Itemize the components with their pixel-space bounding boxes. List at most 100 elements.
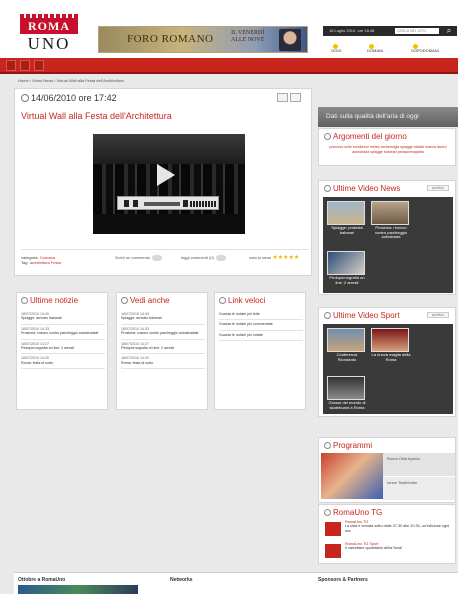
list-item[interactable]: Guarda le notizie più votate	[219, 331, 303, 342]
foro-romano-banner[interactable]: FORO ROMANO IL VENERDÌ ALLE NOVE	[98, 26, 308, 53]
tag-links[interactable]: architettura Festa	[30, 260, 61, 265]
banner-subtitle-line2: ALLE NOVE	[231, 37, 265, 43]
search-input-value: CERCA NEL SITO	[397, 29, 426, 33]
nav-bar	[0, 58, 458, 74]
list-item[interactable]: 18/07/2010 14:27 Pedopornografia on line:…	[21, 340, 105, 355]
link-domani-label: DOMANI	[367, 48, 383, 53]
tg-item-body: La città e tornata sotto dalle 07.30 all…	[345, 524, 450, 533]
list-item[interactable]: 18/07/2010 14:33 Prosinea: rosseo contro …	[121, 325, 205, 340]
tag-cloud[interactable]: precorso sulle condizioni meteo archeolo…	[325, 145, 451, 155]
link-dopodomani[interactable]: DOPODOMANI	[411, 44, 439, 53]
search-input[interactable]: CERCA NEL SITO	[395, 28, 439, 34]
programmi-box: Programmi Roma Città Aperta Ionee TestiM…	[318, 437, 456, 503]
share-icon[interactable]	[290, 93, 301, 102]
video-sport-archive-button[interactable]: archivio	[427, 312, 449, 318]
argomenti-box: Argomenti del giorno precorso sulle cond…	[318, 128, 456, 166]
banner-subtitle-line1: IL VENERDÌ	[231, 30, 265, 36]
video-news-archive-button[interactable]: archivio	[427, 185, 449, 191]
comment-icon	[152, 254, 163, 261]
argomenti-title: Argomenti del giorno	[324, 132, 407, 141]
tg-thumb-icon	[325, 522, 341, 536]
play-icon[interactable]	[157, 164, 175, 186]
program-item[interactable]: Ionee TestiMoltre	[383, 477, 455, 500]
item-text: Guarda le notizie più votate	[219, 332, 263, 337]
thumb-image	[371, 328, 409, 352]
volume-icon[interactable]	[183, 200, 188, 207]
banner-subtitle: IL VENERDÌ ALLE NOVE	[231, 30, 265, 44]
header-toolbox: 18 Luglio 2010, ore 18.48 CERCA NEL SITO…	[323, 26, 457, 58]
link-veloci-title: Link veloci	[219, 296, 265, 305]
romauno-tg-box: RomaUno TG RomaUno TG La città e tornata …	[318, 504, 456, 564]
video-thumb[interactable]: Spiagge: protesta balneari	[327, 201, 367, 235]
list-item[interactable]: 18/07/2010 14:20 Roma: festa di sotto	[21, 354, 105, 370]
video-thumb[interactable]: Pedopornografia on line: 2 arresti	[327, 251, 367, 285]
logo-uno-text: UNO	[27, 34, 71, 53]
item-text: Prosinea: rosseo contro parcheggio autos…	[121, 331, 199, 336]
write-comment-button[interactable]: Scrivi un commento	[111, 253, 163, 263]
list-item[interactable]: Guarda le notizie più commentate	[219, 320, 303, 331]
link-domani[interactable]: DOMANI	[367, 44, 383, 53]
item-text: Guarda le notizie più commentate	[219, 322, 273, 327]
video-thumb[interactable]: La nuova maglia della Roma	[371, 328, 411, 362]
video-thumb[interactable]: Grosse del mondo di skateboard a Roma	[327, 376, 367, 410]
footer-image[interactable]	[18, 585, 138, 594]
list-item[interactable]: 18/07/2010 14:40 Spiagge: arrivato balnea…	[121, 310, 205, 325]
item-text: Pedopornografia on line: 2 arresti	[121, 346, 175, 351]
link-oggi[interactable]: OGGI	[331, 44, 341, 53]
tg-item[interactable]: RomaUno TG La città e tornata sotto dalle…	[325, 520, 453, 540]
tg-item[interactable]: RomaUno TG Sport Il calcettaro quotidiano…	[325, 542, 453, 562]
list-item[interactable]: 18/07/2010 14:27 Pedopornografia on line:…	[121, 340, 205, 355]
video-icon	[324, 312, 331, 319]
ultime-notizie-title: Ultime notizie	[21, 296, 78, 305]
tg-item-head: RomaUno TG Sport	[345, 542, 379, 546]
video-player[interactable]	[93, 134, 245, 234]
footer-col1-title: Ottobre a RomaUno	[18, 577, 66, 583]
program-item[interactable]: Roma Città Aperta	[383, 453, 455, 476]
print-icon[interactable]	[277, 93, 288, 102]
link-icon	[219, 297, 226, 304]
list-item[interactable]: 18/07/2010 14:40 Spiagge: arrivato balnea…	[21, 310, 105, 325]
item-text: Spiagge: arrivato balneari	[121, 316, 162, 321]
mail-icon[interactable]	[34, 60, 44, 71]
thumb-image	[327, 328, 365, 352]
footer-col2-title: Networks	[170, 577, 193, 583]
list-item[interactable]: 18/07/2010 14:20 Roma: festa di sotto	[121, 354, 205, 370]
logo-roma-text: ROMA	[20, 18, 78, 34]
player-controls	[117, 196, 219, 210]
list-item[interactable]: Guarda le notizie più lette	[219, 310, 303, 321]
article-meta: categoria: Cronaca Tag: architettura Fes…	[21, 249, 309, 267]
play-button[interactable]	[124, 200, 129, 207]
tg-item-text: RomaUno TG Sport Il calcettaro quotidiano…	[345, 542, 453, 551]
video-sport-title-text: Ultime Video Sport	[333, 311, 400, 320]
romauno-logo[interactable]: ROMA UNO	[18, 14, 80, 54]
ultime-notizie-box: Ultime notizie 18/07/2010 14:40 Spiagge: …	[16, 292, 108, 410]
video-news-title: Ultime Video News	[324, 184, 400, 193]
video-thumb[interactable]: Conferenza Riondardo	[327, 328, 367, 362]
air-quality-banner[interactable]: Dati sulla qualità dell'aria di oggi	[318, 107, 458, 127]
write-comment-label: Scrivi un commento	[115, 255, 151, 260]
seek-bar[interactable]	[144, 202, 180, 206]
site-footer: Ottobre a RomaUno Networks Sponsors & Pa…	[14, 572, 458, 594]
video-thumb[interactable]: Prosinea: rinnovo contro parcheggio auto…	[371, 201, 411, 240]
search-icon[interactable]: ⌕	[444, 26, 454, 36]
video-news-grid: Spiagge: protesta balneari Prosinea: rin…	[323, 197, 453, 293]
thumb-image	[327, 251, 365, 275]
tv-icon	[324, 442, 331, 449]
stop-button[interactable]	[133, 200, 138, 207]
footer-col3-title: Sponsors & Partners	[318, 577, 368, 583]
rss-icon[interactable]	[20, 60, 30, 71]
vedi-anche-title-text: Vedi anche	[130, 296, 170, 305]
read-comments-button[interactable]: leggi commenti (0)	[177, 253, 226, 263]
breadcrumb[interactable]: Home / Video News / Virtual Wall alla Fe…	[18, 77, 440, 85]
volume-slider[interactable]	[190, 201, 216, 207]
rating-stars-icon[interactable]: ★★★★★	[272, 255, 299, 261]
day-links: OGGI DOMANI DOPODOMANI	[323, 40, 457, 54]
thumb-caption: Conferenza Riondardo	[336, 352, 358, 362]
video-sport-box: Ultime Video Sport archivio Conferenza R…	[318, 307, 456, 417]
program-image[interactable]	[321, 453, 383, 499]
vote-news-button[interactable]: vota la news ★★★★★	[245, 253, 299, 263]
video-title: Virtual Wall alla Festa dell'Architettur…	[21, 111, 172, 121]
home-icon[interactable]	[6, 60, 16, 71]
publish-date-text: 14/06/2010 ore 17:42	[31, 93, 117, 103]
list-item[interactable]: 18/07/2010 14:33 Prosinea: rosseo contro …	[21, 325, 105, 340]
